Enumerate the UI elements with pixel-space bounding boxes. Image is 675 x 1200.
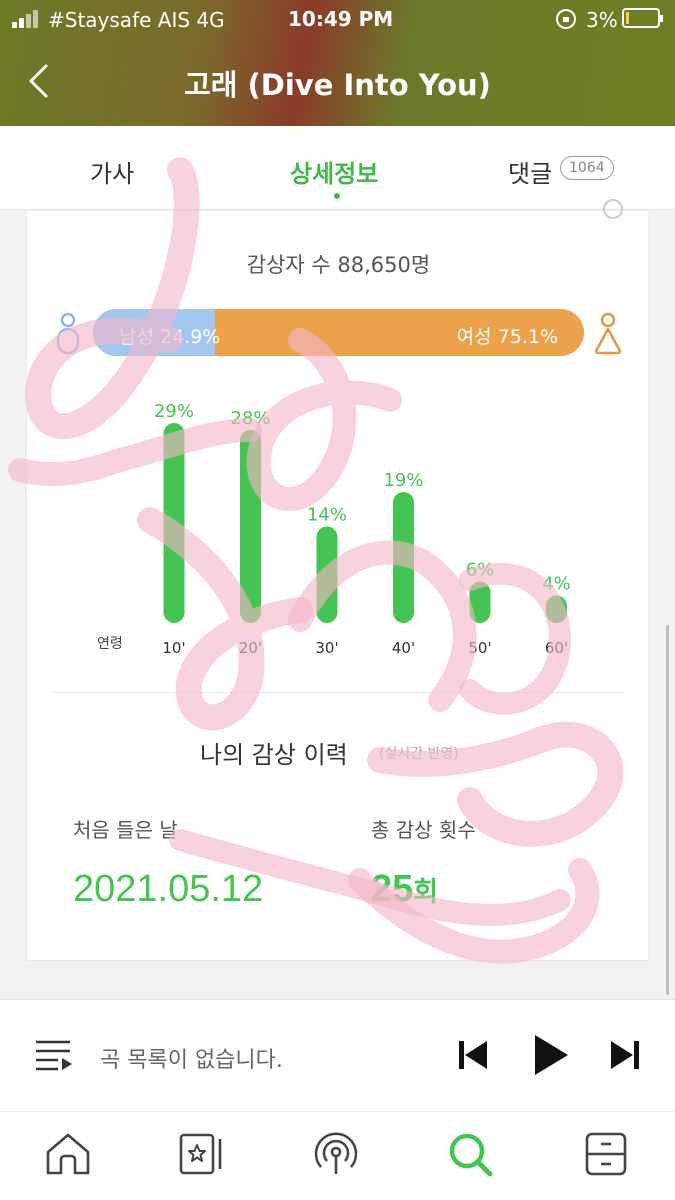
age-bar-10: [163, 423, 185, 623]
search-icon[interactable]: [446, 1130, 494, 1178]
song-title: 고래 (Dive Into You): [184, 68, 491, 102]
history-title: 나의 감상 이력: [200, 741, 348, 769]
gender-ratio-bar: 남성 24.9% 여성 75.1%: [93, 309, 584, 356]
rotation-lock-icon: [556, 9, 576, 29]
tab-details[interactable]: 상세정보: [290, 154, 378, 189]
next-track-icon[interactable]: [608, 1038, 642, 1072]
age-bar-40: [393, 491, 414, 623]
bottom-nav: [0, 1111, 675, 1200]
carrier-label: #Staysafe AIS 4G: [48, 8, 225, 32]
age-category-label: 60': [545, 639, 568, 657]
status-time: 10:49 PM: [288, 7, 394, 31]
listener-stats-card: 감상자 수 88,650명 남성 24.9% 여성 75.1% 29% 10' 28…: [26, 199, 649, 961]
female-share-label: 여성 75.1%: [456, 326, 558, 348]
signal-icon: [12, 10, 42, 28]
age-bar-50: [469, 581, 491, 623]
age-axis-title: 연령: [97, 636, 123, 652]
play-icon[interactable]: [532, 1033, 570, 1077]
male-icon: [56, 312, 80, 355]
age-value-label: 28%: [230, 408, 270, 429]
age-category-label: 20': [239, 639, 262, 657]
age-bar-20: [240, 429, 261, 623]
comment-count-badge: 1064: [560, 156, 614, 180]
age-bar-30: [316, 526, 338, 623]
total-plays-label: 총 감상 횟수: [371, 818, 476, 842]
age-bar-60: [546, 595, 567, 623]
age-value-label: 4%: [542, 573, 571, 594]
library-icon[interactable]: [178, 1130, 226, 1178]
battery-percent: 3%: [586, 8, 618, 32]
divider: [53, 692, 624, 693]
listener-count: 감상자 수 88,650명: [246, 253, 431, 277]
tab-lyrics[interactable]: 가사: [90, 154, 134, 189]
age-category-label: 40': [392, 639, 415, 657]
header: #Staysafe AIS 4G 10:49 PM 3% 고래 (Dive In…: [0, 0, 675, 126]
scrollbar[interactable]: [666, 625, 669, 995]
total-plays-value: 25회: [371, 868, 438, 911]
player-message: 곡 목록이 없습니다.: [100, 1048, 283, 1073]
age-value-label: 19%: [383, 470, 423, 491]
age-value-label: 14%: [307, 504, 347, 525]
station-icon[interactable]: [312, 1130, 360, 1178]
age-value-label: 29%: [154, 401, 194, 422]
status-bar: #Staysafe AIS 4G 10:49 PM 3%: [0, 0, 675, 40]
more-icon[interactable]: [582, 1130, 630, 1178]
total-plays-number: 25: [371, 868, 414, 910]
male-share-label: 남성 24.9%: [119, 326, 221, 348]
first-listen-label: 처음 들은 날: [73, 818, 178, 842]
age-category-label: 50': [468, 639, 491, 657]
age-category-label: 30': [315, 639, 338, 657]
age-distribution-chart: 29% 10' 28% 20' 14% 30' 19% 40' 6% 50' 4% 60': [154, 401, 571, 657]
previous-track-icon[interactable]: [456, 1038, 490, 1072]
tab-bar: 가사 상세정보 댓글 1064: [0, 126, 675, 210]
age-category-label: 10': [162, 639, 185, 657]
playlist-icon[interactable]: [34, 1038, 74, 1072]
home-icon[interactable]: [44, 1130, 92, 1178]
total-plays-unit: 회: [413, 877, 439, 907]
active-tab-indicator: [334, 193, 340, 199]
age-value-label: 6%: [466, 560, 495, 581]
battery-icon: [622, 8, 663, 28]
tab-comments[interactable]: 댓글: [508, 154, 552, 189]
history-subtitle: (실시간 반영): [379, 746, 459, 762]
female-icon: [594, 312, 622, 355]
first-listen-date: 2021.05.12: [73, 868, 264, 910]
mini-player: 곡 목록이 없습니다.: [0, 999, 675, 1111]
info-icon[interactable]: [603, 199, 623, 219]
screen: #Staysafe AIS 4G 10:49 PM 3% 고래 (Dive In…: [0, 0, 675, 1200]
